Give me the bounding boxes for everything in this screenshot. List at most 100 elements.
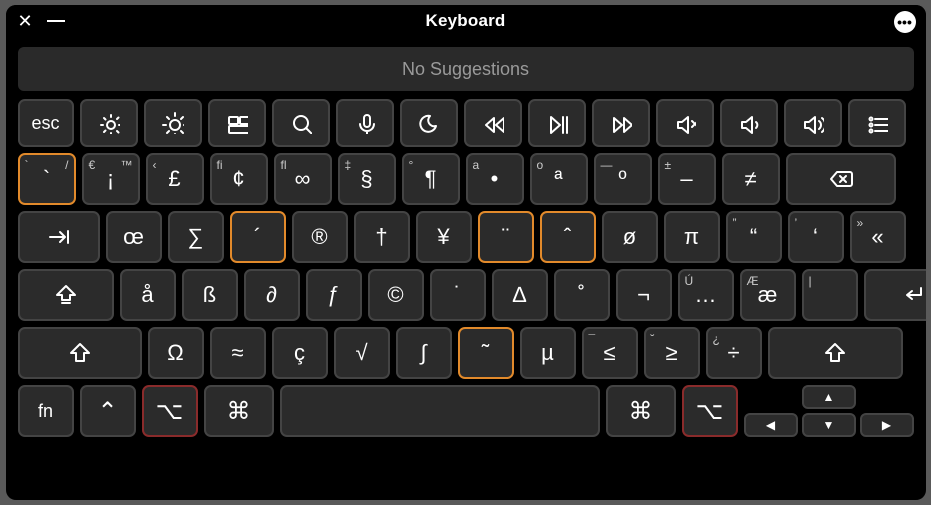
arrow-down-key[interactable]: ▼: [802, 413, 856, 437]
shift-left-key[interactable]: [18, 327, 142, 379]
char-key[interactable]: ˘≥: [644, 327, 700, 379]
fast-forward-key[interactable]: [592, 99, 650, 147]
command-left-label: ⌘: [227, 397, 251, 426]
key-corner-tl: ”: [733, 217, 737, 229]
char-key[interactable]: ®: [292, 211, 348, 263]
brightness-down-key[interactable]: [80, 99, 138, 147]
char-key[interactable]: ˆ: [540, 211, 596, 263]
key-corner-tl: |: [809, 275, 812, 287]
char-key[interactable]: ‡§: [338, 153, 396, 205]
keys-area: esc `/`€™¡‹£fi¢fl∞‡§°¶a•oª—º±–≠ œ ∑´®†¥ ¨ ˆ…: [6, 99, 926, 447]
char-key[interactable]: oª: [530, 153, 588, 205]
char-key[interactable]: ±–: [658, 153, 716, 205]
char-key[interactable]: ø: [602, 211, 658, 263]
char-key[interactable]: a•: [466, 153, 524, 205]
q-row: œ ∑´®†¥ ¨ ˆøπ”“’‘»«: [18, 211, 914, 263]
char-key[interactable]: ˜: [458, 327, 514, 379]
key-main-glyph: ¡: [107, 166, 114, 192]
key-main-glyph: ∫: [420, 340, 426, 366]
fn-row: esc: [18, 99, 914, 147]
char-key[interactable]: ¨: [478, 211, 534, 263]
char-key[interactable]: ‹£: [146, 153, 204, 205]
esc-key[interactable]: esc: [18, 99, 74, 147]
control-key[interactable]: ⌃: [80, 385, 136, 437]
char-key[interactable]: ƒ: [306, 269, 362, 321]
command-left-key[interactable]: ⌘: [204, 385, 274, 437]
brightness-up-key[interactable]: [144, 99, 202, 147]
rewind-key[interactable]: [464, 99, 522, 147]
key-main-glyph: ¨: [502, 224, 509, 250]
arrow-up-key[interactable]: ▲: [802, 385, 856, 409]
arrow-cluster: ▲ ◀ ▼ ▶: [744, 385, 914, 437]
char-key[interactable]: €™¡: [82, 153, 140, 205]
more-icon[interactable]: •••: [894, 11, 916, 33]
char-key[interactable]: Ω: [148, 327, 204, 379]
keyboard-window: ✕ Keyboard ••• No Suggestions esc: [6, 5, 926, 500]
char-key[interactable]: —º: [594, 153, 652, 205]
char-key[interactable]: å: [120, 269, 176, 321]
char-key[interactable]: `/`: [18, 153, 76, 205]
command-right-key[interactable]: ⌘: [606, 385, 676, 437]
space-key[interactable]: [280, 385, 600, 437]
char-key[interactable]: ∆: [492, 269, 548, 321]
backspace-key[interactable]: [786, 153, 896, 205]
char-key[interactable]: ¯≤: [582, 327, 638, 379]
brightness-down-icon: [98, 112, 120, 134]
char-key[interactable]: Ú…: [678, 269, 734, 321]
char-key[interactable]: ç: [272, 327, 328, 379]
char-key[interactable]: ©: [368, 269, 424, 321]
shift-right-key[interactable]: [768, 327, 903, 379]
char-key[interactable]: ∑: [168, 211, 224, 263]
arrow-right-key[interactable]: ▶: [860, 413, 914, 437]
key-corner-tl: `: [25, 159, 29, 171]
return-key[interactable]: [864, 269, 926, 321]
char-key[interactable]: ’‘: [788, 211, 844, 263]
key-main-glyph: ˙: [454, 282, 461, 308]
char-key[interactable]: œ: [106, 211, 162, 263]
char-key[interactable]: †: [354, 211, 410, 263]
char-key[interactable]: π: [664, 211, 720, 263]
char-key[interactable]: fl∞: [274, 153, 332, 205]
char-key[interactable]: ∫: [396, 327, 452, 379]
mic-key[interactable]: [336, 99, 394, 147]
arrow-right-icon: ▶: [882, 418, 891, 432]
char-key[interactable]: ¥: [416, 211, 472, 263]
key-main-glyph: ©: [387, 282, 403, 308]
volume-down-key[interactable]: [720, 99, 778, 147]
char-key[interactable]: »«: [850, 211, 906, 263]
option-left-label: ⌥: [156, 397, 184, 426]
char-key[interactable]: ≈: [210, 327, 266, 379]
arrow-left-key[interactable]: ◀: [744, 413, 798, 437]
play-pause-key[interactable]: [528, 99, 586, 147]
key-corner-tl: ¯: [589, 333, 596, 345]
char-key[interactable]: fi¢: [210, 153, 268, 205]
fn-key[interactable]: fn: [18, 385, 74, 437]
char-key[interactable]: Ææ: [740, 269, 796, 321]
search-key[interactable]: [272, 99, 330, 147]
tab-key[interactable]: [18, 211, 100, 263]
char-key[interactable]: ¬: [616, 269, 672, 321]
option-left-key[interactable]: ⌥: [142, 385, 198, 437]
char-key[interactable]: ß: [182, 269, 238, 321]
key-main-glyph: ≈: [231, 340, 243, 366]
char-key[interactable]: µ: [520, 327, 576, 379]
list-key[interactable]: [848, 99, 906, 147]
key-main-glyph: µ: [541, 340, 554, 366]
volume-up-key[interactable]: [784, 99, 842, 147]
char-key[interactable]: °¶: [402, 153, 460, 205]
key-main-glyph: œ: [123, 224, 144, 250]
dnd-key[interactable]: [400, 99, 458, 147]
char-key[interactable]: ≠: [722, 153, 780, 205]
char-key[interactable]: ¿÷: [706, 327, 762, 379]
mission-control-key[interactable]: [208, 99, 266, 147]
caps-lock-key[interactable]: [18, 269, 114, 321]
char-key[interactable]: ∂: [244, 269, 300, 321]
mute-key[interactable]: [656, 99, 714, 147]
char-key[interactable]: √: [334, 327, 390, 379]
char-key[interactable]: ´: [230, 211, 286, 263]
char-key[interactable]: |: [802, 269, 858, 321]
option-right-key[interactable]: ⌥: [682, 385, 738, 437]
char-key[interactable]: ˙: [430, 269, 486, 321]
char-key[interactable]: ”“: [726, 211, 782, 263]
char-key[interactable]: ˚: [554, 269, 610, 321]
